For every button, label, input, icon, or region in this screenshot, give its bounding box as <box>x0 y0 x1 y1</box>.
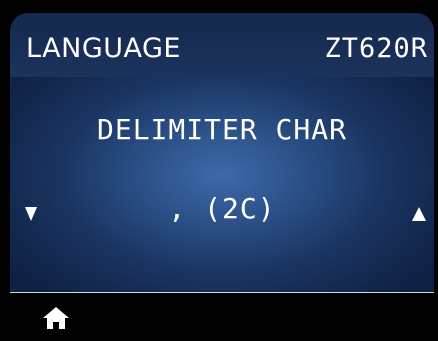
home-button[interactable] <box>42 306 70 330</box>
setting-name: DELIMITER CHAR <box>96 113 347 146</box>
printer-model-label: ZT620R <box>324 33 428 64</box>
title-bar: LANGUAGE ZT620R <box>10 13 434 77</box>
footer-divider <box>10 292 434 293</box>
triangle-up-icon[interactable] <box>412 207 426 221</box>
home-icon <box>43 307 69 329</box>
printer-display: LANGUAGE ZT620R DELIMITER CHAR , (2C) <box>0 0 438 341</box>
menu-panel: LANGUAGE ZT620R DELIMITER CHAR , (2C) <box>10 13 434 292</box>
setting-value: , (2C) <box>168 192 276 225</box>
menu-category-label: LANGUAGE <box>26 33 181 64</box>
